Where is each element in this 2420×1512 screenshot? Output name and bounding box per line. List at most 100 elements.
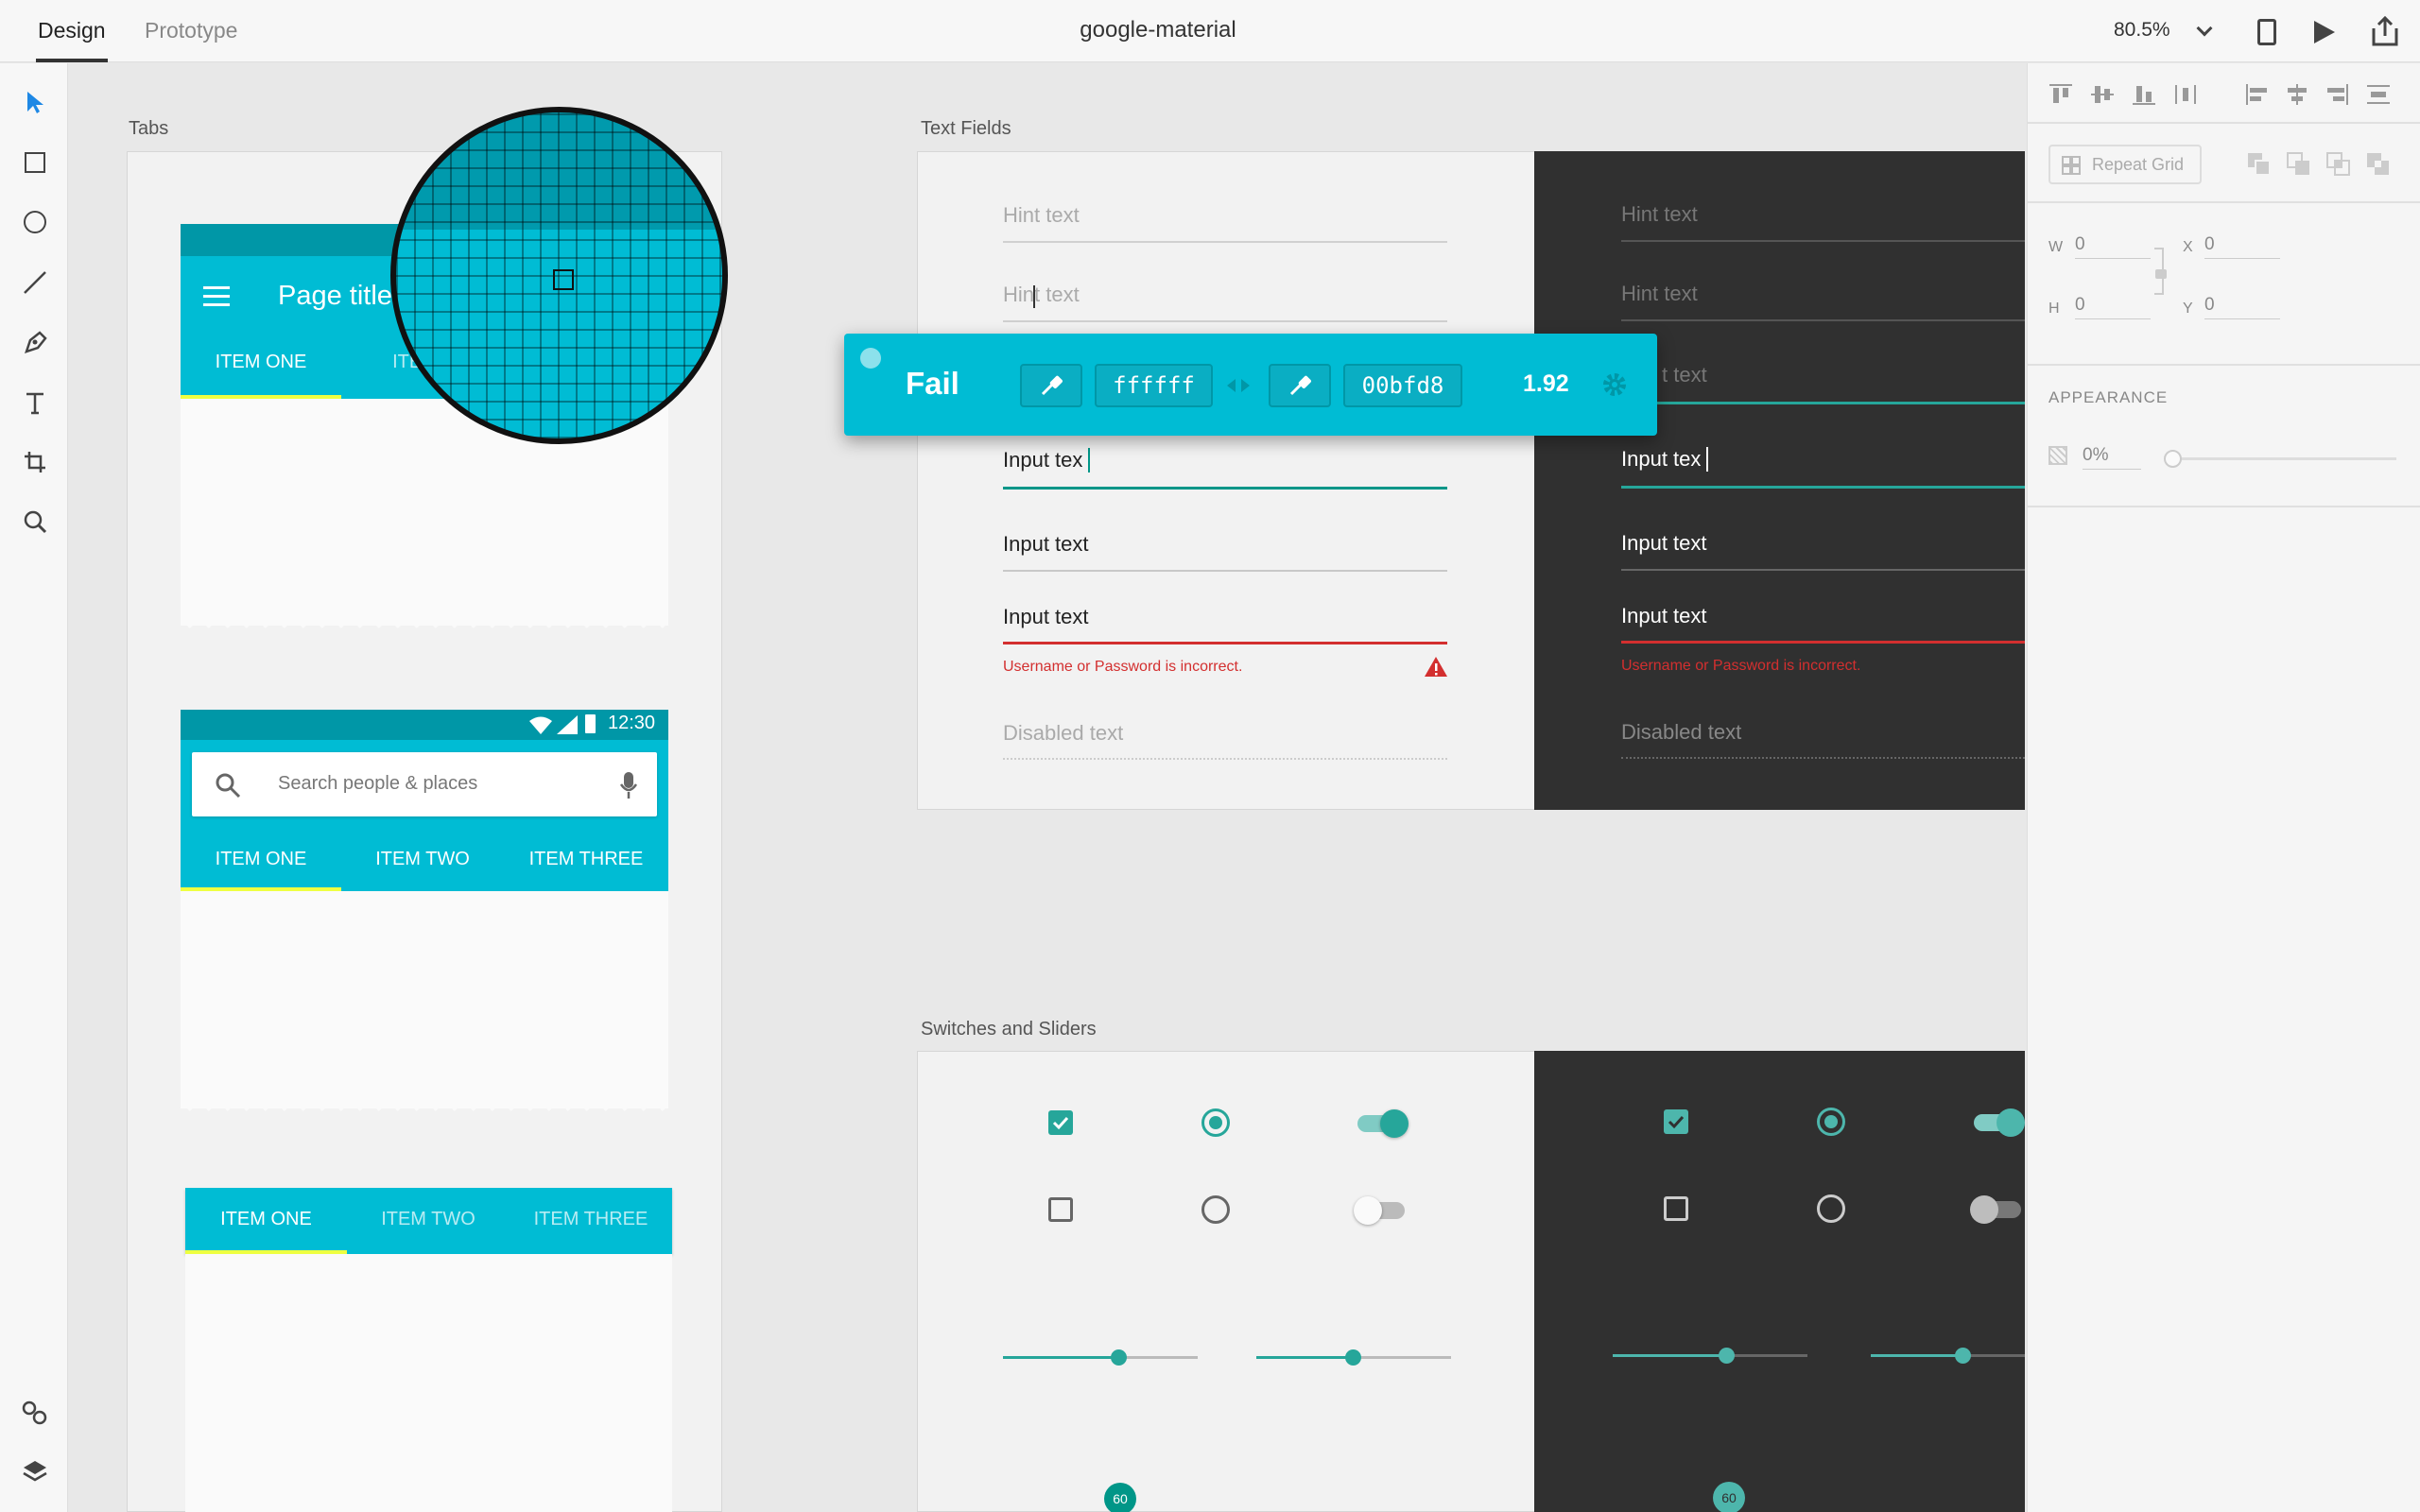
radio-checked[interactable] bbox=[1817, 1108, 1845, 1136]
distribute-horizontal-icon[interactable] bbox=[2173, 83, 2198, 106]
eyedropper-foreground-icon[interactable] bbox=[1020, 364, 1082, 407]
switch-on[interactable] bbox=[1357, 1109, 1409, 1138]
slider-1[interactable] bbox=[1003, 1349, 1198, 1366]
artboard-label-switches[interactable]: Switches and Sliders bbox=[921, 1019, 1097, 1040]
opacity-icon bbox=[2048, 446, 2067, 465]
input-text-active[interactable]: Input tex bbox=[1003, 448, 1082, 472]
zoom-tool-icon[interactable] bbox=[17, 504, 53, 540]
height-input[interactable]: 0 bbox=[2075, 295, 2151, 319]
property-inspector: Repeat Grid W 0 H 0 X 0 Y 0 APPEARANCE 0… bbox=[2027, 63, 2420, 1512]
field-underline-focus bbox=[1621, 402, 2025, 404]
ellipse-tool-icon[interactable] bbox=[17, 204, 53, 240]
slider-2[interactable] bbox=[1256, 1349, 1451, 1366]
select-tool-icon[interactable] bbox=[17, 84, 53, 120]
tab-item-two[interactable]: ITEM TWO bbox=[341, 849, 504, 870]
boolean-add-icon[interactable] bbox=[2247, 152, 2272, 177]
divider bbox=[2028, 201, 2420, 203]
field-underline bbox=[1621, 240, 2025, 242]
hint-text-1[interactable]: Hint text bbox=[1621, 202, 1698, 227]
text-tool-icon[interactable] bbox=[17, 385, 53, 421]
slider-2[interactable] bbox=[1871, 1348, 2025, 1364]
tab-item-three[interactable]: ITEM THREE bbox=[504, 849, 668, 870]
line-tool-icon[interactable] bbox=[17, 265, 53, 301]
slider-1[interactable] bbox=[1613, 1348, 1807, 1364]
switch-off[interactable] bbox=[1970, 1195, 2021, 1224]
error-message: Username or Password is incorrect. bbox=[1003, 659, 1243, 675]
pen-tool-icon[interactable] bbox=[17, 324, 53, 360]
align-middle-icon[interactable] bbox=[2090, 83, 2115, 106]
checkbox-unchecked[interactable] bbox=[1664, 1196, 1688, 1221]
color-magnifier bbox=[390, 107, 728, 444]
artboard-switches-dark: 60 bbox=[1534, 1051, 2025, 1512]
input-text-error[interactable]: Input text bbox=[1621, 604, 1707, 628]
torn-edge bbox=[181, 619, 668, 636]
artboard-label-tabs[interactable]: Tabs bbox=[129, 118, 168, 140]
opacity-input[interactable]: 0% bbox=[2083, 445, 2141, 470]
radio-unchecked[interactable] bbox=[1817, 1194, 1845, 1223]
switch-on[interactable] bbox=[1974, 1108, 2025, 1137]
foreground-hex-input[interactable]: ffffff bbox=[1095, 364, 1213, 407]
tab-item-two[interactable]: ITEM TWO bbox=[347, 1209, 510, 1230]
y-label: Y bbox=[2183, 301, 2193, 317]
align-bottom-icon[interactable] bbox=[2132, 83, 2156, 106]
boolean-exclude-icon[interactable] bbox=[2366, 152, 2391, 177]
repeat-grid-button[interactable]: Repeat Grid bbox=[2048, 145, 2202, 184]
top-bar: Design Prototype google-material 80.5% bbox=[0, 0, 2420, 62]
artboard-tool-icon[interactable] bbox=[17, 444, 53, 480]
hint-text-2[interactable]: Hint text bbox=[1003, 283, 1080, 307]
radio-unchecked[interactable] bbox=[1201, 1195, 1230, 1224]
radio-checked[interactable] bbox=[1201, 1108, 1230, 1137]
hint-text-2[interactable]: Hint text bbox=[1621, 282, 1698, 306]
symbols-icon[interactable] bbox=[17, 1395, 53, 1431]
tab-item-one[interactable]: ITEM ONE bbox=[181, 849, 341, 870]
signal-icon bbox=[557, 715, 578, 734]
hint-text-3[interactable]: t text bbox=[1662, 363, 1707, 387]
checkbox-unchecked[interactable] bbox=[1048, 1197, 1073, 1222]
aspect-lock-icon[interactable] bbox=[2155, 269, 2167, 279]
settings-gear-icon[interactable] bbox=[1602, 372, 1627, 397]
input-text[interactable]: Input text bbox=[1003, 532, 1089, 557]
opacity-slider[interactable] bbox=[2164, 450, 2396, 468]
slider-value-bubble: 60 bbox=[1713, 1482, 1745, 1512]
boolean-intersect-icon[interactable] bbox=[2326, 152, 2351, 177]
microphone-icon[interactable] bbox=[619, 771, 638, 799]
artboard-label-text-fields[interactable]: Text Fields bbox=[921, 118, 1011, 140]
x-input[interactable]: 0 bbox=[2204, 234, 2280, 259]
background-hex-input[interactable]: 00bfd8 bbox=[1343, 364, 1462, 407]
width-label: W bbox=[2048, 239, 2064, 255]
input-text-error[interactable]: Input text bbox=[1003, 605, 1089, 629]
input-text[interactable]: Input text bbox=[1621, 531, 1707, 556]
layers-icon[interactable] bbox=[17, 1453, 53, 1489]
tab-item-one[interactable]: ITEM ONE bbox=[185, 1209, 347, 1230]
zoom-level[interactable]: 80.5% bbox=[2114, 0, 2170, 60]
swap-colors-icon[interactable] bbox=[1226, 377, 1251, 394]
align-top-icon[interactable] bbox=[2048, 83, 2073, 106]
height-label: H bbox=[2048, 301, 2060, 317]
checkbox-checked[interactable] bbox=[1048, 1110, 1073, 1135]
play-icon[interactable] bbox=[2312, 19, 2337, 45]
tab-item-one[interactable]: ITEM ONE bbox=[181, 352, 341, 373]
device-preview-icon[interactable] bbox=[2257, 19, 2276, 45]
input-text-active[interactable]: Input tex bbox=[1621, 447, 1701, 472]
hint-text-1[interactable]: Hint text bbox=[1003, 203, 1080, 228]
align-center-icon[interactable] bbox=[2285, 83, 2309, 106]
align-right-icon[interactable] bbox=[2325, 83, 2349, 106]
distribute-vertical-icon[interactable] bbox=[2366, 83, 2391, 106]
y-input[interactable]: 0 bbox=[2204, 295, 2280, 319]
tab-item-three[interactable]: ITEM THREE bbox=[510, 1209, 672, 1230]
field-underline bbox=[1621, 569, 2025, 571]
field-underline-error bbox=[1003, 642, 1447, 644]
contrast-ratio: 1.92 bbox=[1523, 370, 1569, 397]
rectangle-tool-icon[interactable] bbox=[17, 145, 53, 180]
width-input[interactable]: 0 bbox=[2075, 234, 2151, 259]
eyedropper-background-icon[interactable] bbox=[1269, 364, 1331, 407]
align-left-icon[interactable] bbox=[2245, 83, 2270, 106]
boolean-subtract-icon[interactable] bbox=[2287, 152, 2311, 177]
checkbox-checked[interactable] bbox=[1664, 1109, 1688, 1134]
field-underline bbox=[1003, 570, 1447, 572]
menu-icon[interactable] bbox=[203, 286, 230, 306]
status-bar-2: 12:30 bbox=[181, 710, 668, 740]
share-icon[interactable] bbox=[2371, 15, 2399, 47]
search-box[interactable]: Search people & places bbox=[192, 752, 657, 816]
switch-off[interactable] bbox=[1354, 1196, 1405, 1225]
